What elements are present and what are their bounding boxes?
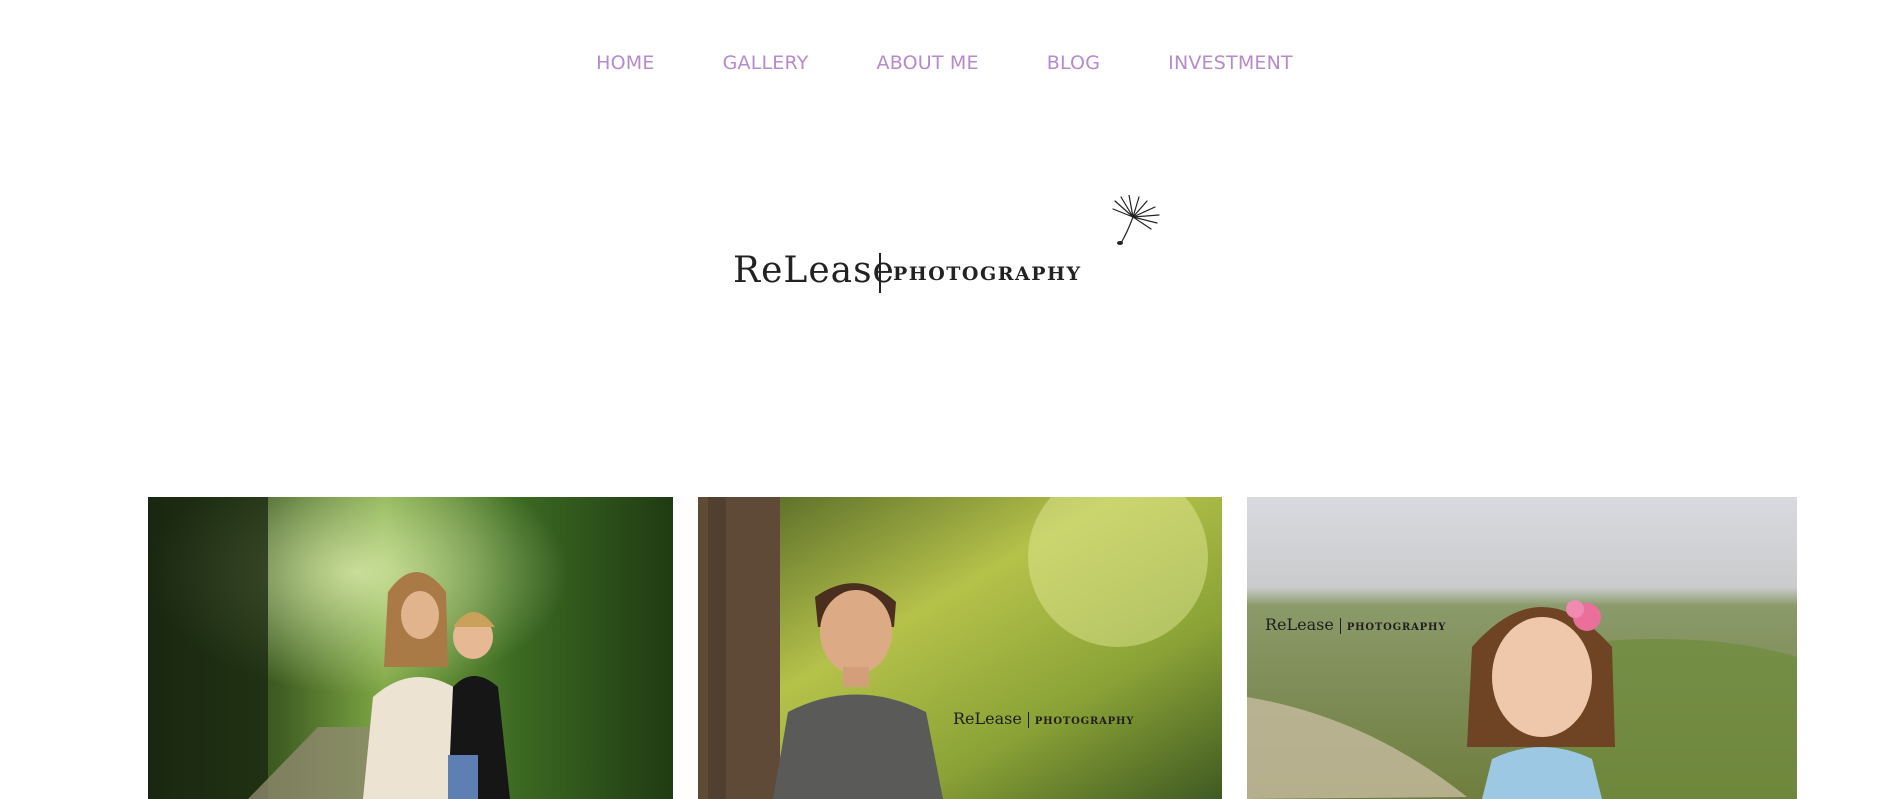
watermark-divider: [1027, 711, 1029, 728]
nav-investment[interactable]: INVESTMENT: [1168, 52, 1293, 74]
logo-subtitle: PHOTOGRAPHY: [893, 263, 1082, 285]
gallery-photo-2[interactable]: ReLease PHOTOGRAPHY: [698, 497, 1222, 799]
teen-portrait-photo-icon: [698, 497, 1222, 799]
logo-brand: ReLease: [733, 250, 895, 291]
gallery-photo-3[interactable]: ReLease PHOTOGRAPHY: [1247, 497, 1797, 799]
watermark-subtitle: PHOTOGRAPHY: [1034, 716, 1135, 727]
gallery-photo-1[interactable]: [148, 497, 673, 799]
nav-about-me[interactable]: ABOUT ME: [877, 52, 979, 74]
nav-blog[interactable]: BLOG: [1047, 52, 1100, 74]
site-logo[interactable]: ReLease PHOTOGRAPHY: [733, 195, 1173, 305]
watermark-subtitle: PHOTOGRAPHY: [1346, 622, 1447, 633]
girl-portrait-photo-icon: [1247, 497, 1797, 799]
logo-divider: [879, 253, 881, 293]
watermark-brand: ReLease: [1265, 615, 1334, 634]
photo-watermark: ReLease PHOTOGRAPHY: [953, 709, 1134, 728]
nav-gallery[interactable]: GALLERY: [723, 52, 809, 74]
watermark-brand: ReLease: [953, 709, 1022, 728]
main-nav: HOME GALLERY ABOUT ME BLOG INVESTMENT: [0, 52, 1889, 74]
mother-and-child-photo-icon: [148, 497, 673, 799]
watermark-divider: [1339, 617, 1341, 634]
dandelion-seed-icon: [1112, 195, 1160, 245]
photo-watermark: ReLease PHOTOGRAPHY: [1265, 615, 1446, 634]
nav-home[interactable]: HOME: [596, 52, 654, 74]
